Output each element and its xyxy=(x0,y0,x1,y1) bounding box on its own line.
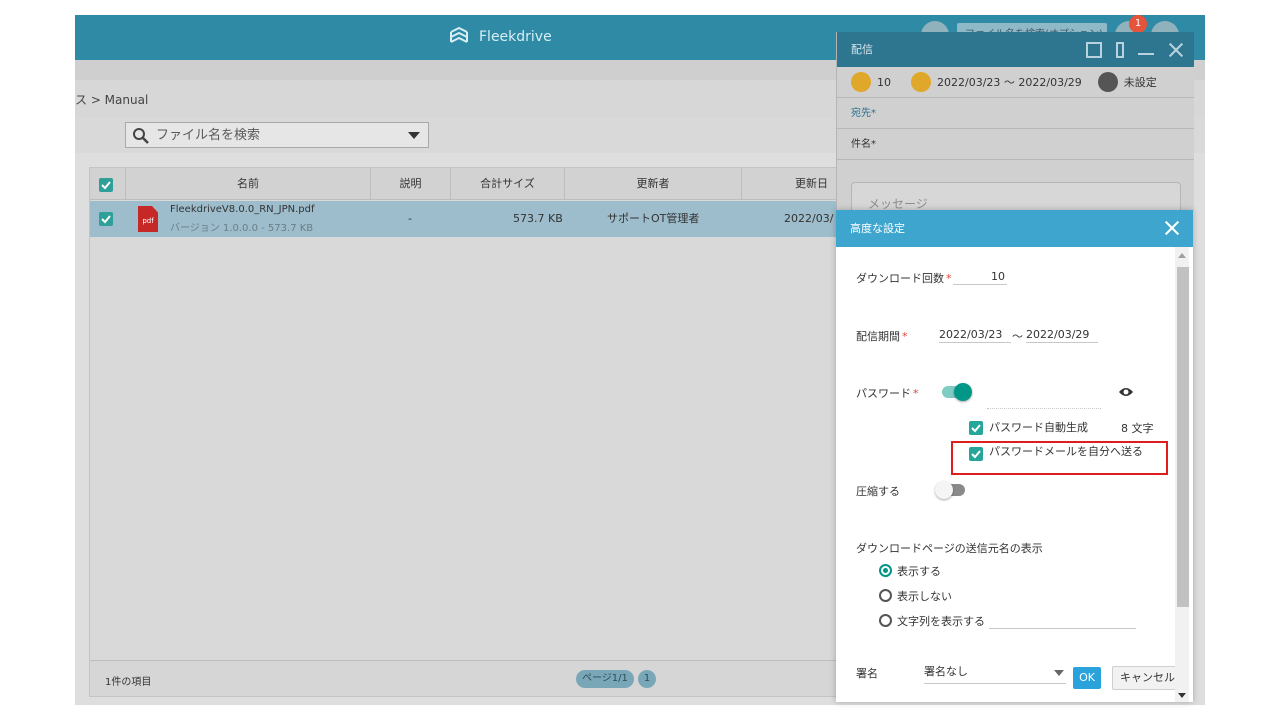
close-icon[interactable] xyxy=(1165,221,1179,235)
signature-select[interactable]: 署名なし xyxy=(924,662,1066,684)
password-length: 8 文字 xyxy=(1121,422,1154,435)
distribution-title: 配信 xyxy=(851,43,873,56)
radio-show-label: 表示する xyxy=(897,565,941,578)
chevron-down-icon xyxy=(1054,670,1064,676)
custom-text-input[interactable] xyxy=(989,613,1136,629)
file-size: 573.7 KB xyxy=(513,212,563,225)
fleekdrive-logo-icon xyxy=(450,26,468,43)
ok-button[interactable]: OK xyxy=(1073,667,1101,689)
dialog-header: 高度な設定 xyxy=(836,210,1193,247)
breadcrumb[interactable]: ス > Manual xyxy=(75,91,148,108)
distribution-panel: 配信 10 2022/03/23 ～ 2022/03/29 未設定 宛先* 件名… xyxy=(836,32,1194,222)
download-count-icon xyxy=(851,72,871,92)
file-name[interactable]: FleekdriveV8.0.0_RN_JPN.pdf xyxy=(170,204,315,215)
password-input[interactable] xyxy=(987,395,1101,409)
summary-password: 未設定 xyxy=(1123,76,1157,89)
file-description: - xyxy=(408,212,412,225)
period-start-input[interactable]: 2022/03/23 xyxy=(939,328,1011,343)
cancel-label: キャンセル xyxy=(1120,671,1175,684)
radio-hide[interactable] xyxy=(879,589,892,602)
cancel-button[interactable]: キャンセル xyxy=(1112,666,1181,690)
select-all-checkbox[interactable] xyxy=(99,178,113,192)
page-number-button[interactable]: 1 xyxy=(637,670,657,688)
download-count-label: ダウンロード回数 * xyxy=(856,272,952,285)
radio-show[interactable] xyxy=(879,564,892,577)
page-label: ページ1/1 xyxy=(576,670,634,688)
password-toggle[interactable] xyxy=(942,383,972,401)
password-label: パスワード * xyxy=(856,387,919,400)
header-name[interactable]: 名前 xyxy=(126,168,371,200)
row-checkbox[interactable] xyxy=(99,212,113,226)
key-icon xyxy=(1097,72,1118,92)
header-size[interactable]: 合計サイズ xyxy=(451,168,565,200)
toggle-knob xyxy=(954,383,972,401)
summary-period: 2022/03/23 ～ 2022/03/29 xyxy=(937,76,1082,89)
auto-generate-label: パスワード自動生成 xyxy=(989,421,1088,434)
item-count: 1件の項目 xyxy=(105,677,152,688)
search-icon xyxy=(133,128,149,144)
file-search[interactable] xyxy=(125,122,429,148)
dialog-title: 高度な設定 xyxy=(850,222,905,235)
file-version: バージョン 1.0.0.0 - 573.7 KB xyxy=(170,223,314,234)
header-select-all[interactable] xyxy=(90,168,126,200)
restore-icon[interactable] xyxy=(1116,41,1124,58)
distribution-summary: 10 2022/03/23 ～ 2022/03/29 未設定 xyxy=(837,67,1194,98)
scroll-thumb[interactable] xyxy=(1177,267,1189,607)
scroll-down-icon[interactable] xyxy=(1178,693,1186,698)
brand-name: Fleekdrive xyxy=(479,29,552,45)
compress-toggle[interactable] xyxy=(935,481,965,499)
distribution-header: 配信 xyxy=(837,32,1194,67)
pdf-file-icon: pdf xyxy=(138,206,158,232)
period-end-input[interactable]: 2022/03/29 xyxy=(1026,328,1098,343)
calendar-icon xyxy=(911,72,931,92)
recipient-field[interactable]: 宛先* xyxy=(837,98,1194,129)
dialog-body: ダウンロード回数 * 10 配信期間 * 2022/03/23 ～ 2022/03/… xyxy=(836,247,1193,702)
close-icon[interactable] xyxy=(1168,42,1184,58)
period-label: 配信期間 * xyxy=(856,330,908,343)
auto-generate-checkbox[interactable] xyxy=(969,421,983,435)
scroll-up-icon[interactable] xyxy=(1178,253,1186,258)
file-updated: 2022/03/ xyxy=(784,212,834,225)
search-input[interactable] xyxy=(156,126,396,144)
scrollbar[interactable] xyxy=(1175,247,1189,702)
radio-custom-text-label: 文字列を表示する xyxy=(897,615,985,628)
radio-custom-text[interactable] xyxy=(879,614,892,627)
maximize-icon[interactable] xyxy=(1086,41,1102,58)
eye-icon[interactable] xyxy=(1118,386,1134,398)
download-count-input[interactable]: 10 xyxy=(953,270,1007,285)
window-controls xyxy=(1086,32,1184,67)
notification-badge: 1 xyxy=(1129,15,1147,33)
signature-label: 署名 xyxy=(856,667,878,680)
brand[interactable]: Fleekdrive xyxy=(447,23,552,51)
summary-download-count: 10 xyxy=(877,75,891,89)
radio-hide-label: 表示しない xyxy=(897,590,952,603)
minimize-icon[interactable] xyxy=(1138,45,1154,55)
chevron-down-icon[interactable] xyxy=(408,132,420,139)
header-updater[interactable]: 更新者 xyxy=(565,168,742,200)
compress-label: 圧縮する xyxy=(856,485,900,498)
header-description[interactable]: 説明 xyxy=(371,168,451,200)
period-separator: ～ xyxy=(1012,330,1023,343)
subject-field[interactable]: 件名* xyxy=(837,129,1194,160)
send-password-mail-label: パスワードメールを自分へ送る xyxy=(989,445,1143,458)
file-updater: サポートOT管理者 xyxy=(607,212,700,225)
toggle-knob xyxy=(935,481,953,499)
sender-display-label: ダウンロードページの送信元名の表示 xyxy=(856,542,1043,555)
send-password-mail-checkbox[interactable] xyxy=(969,447,983,461)
advanced-settings-dialog: 高度な設定 ダウンロード回数 * 10 配信期間 * 2022/03/23 ～ 20… xyxy=(836,210,1193,702)
signature-value: 署名なし xyxy=(924,665,968,678)
pager: ページ1/1 1 xyxy=(576,670,657,688)
